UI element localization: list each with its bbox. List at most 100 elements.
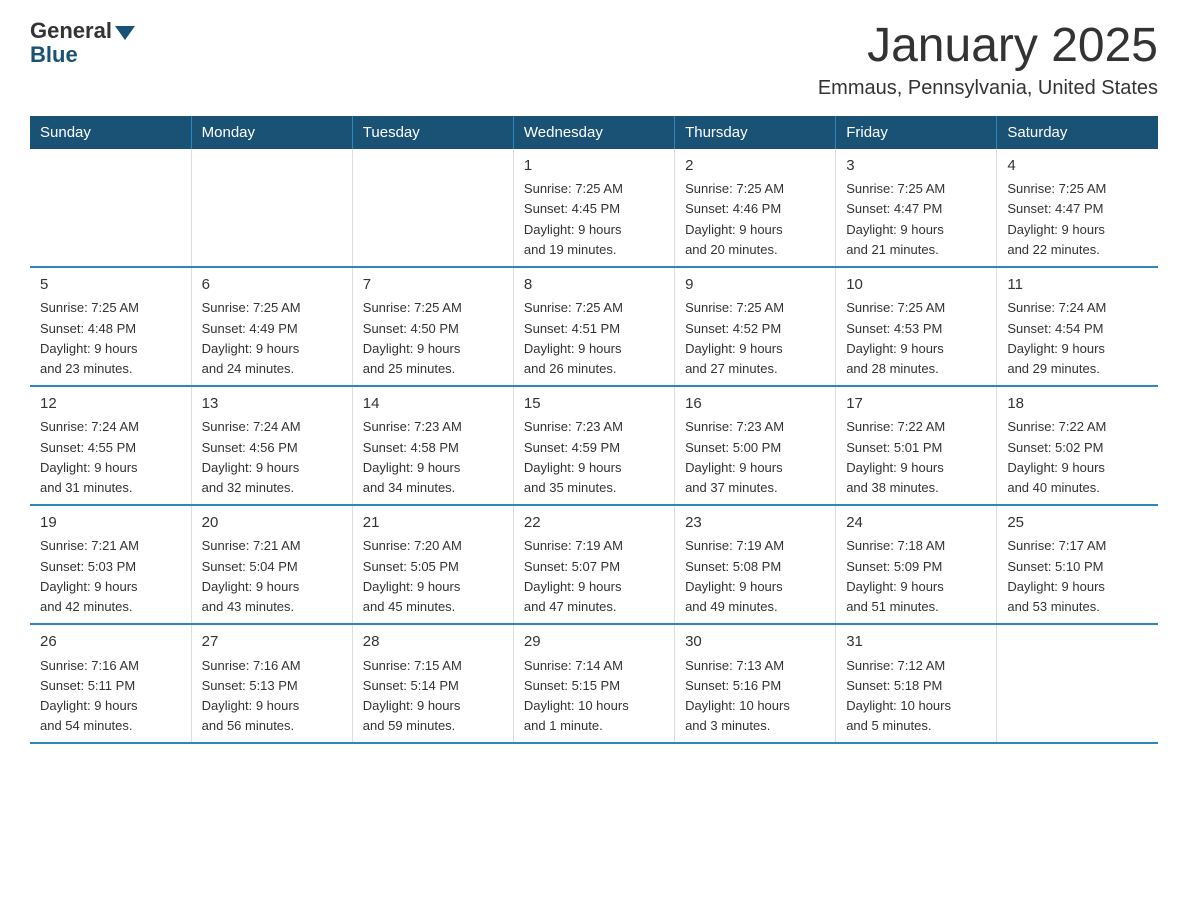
day-info: Sunrise: 7:25 AM Sunset: 4:50 PM Dayligh… (363, 298, 503, 379)
calendar-cell: 25Sunrise: 7:17 AM Sunset: 5:10 PM Dayli… (997, 505, 1158, 624)
calendar-cell: 31Sunrise: 7:12 AM Sunset: 5:18 PM Dayli… (836, 624, 997, 743)
day-info: Sunrise: 7:24 AM Sunset: 4:56 PM Dayligh… (202, 417, 342, 498)
calendar-body: 1Sunrise: 7:25 AM Sunset: 4:45 PM Daylig… (30, 149, 1158, 743)
calendar-cell: 3Sunrise: 7:25 AM Sunset: 4:47 PM Daylig… (836, 149, 997, 267)
day-info: Sunrise: 7:16 AM Sunset: 5:11 PM Dayligh… (40, 656, 181, 737)
day-number: 28 (363, 631, 503, 654)
day-info: Sunrise: 7:25 AM Sunset: 4:48 PM Dayligh… (40, 298, 181, 379)
day-info: Sunrise: 7:13 AM Sunset: 5:16 PM Dayligh… (685, 656, 825, 737)
day-number: 3 (846, 155, 986, 178)
calendar-header: SundayMondayTuesdayWednesdayThursdayFrid… (30, 116, 1158, 149)
weekday-header-monday: Monday (191, 116, 352, 149)
calendar-cell: 5Sunrise: 7:25 AM Sunset: 4:48 PM Daylig… (30, 267, 191, 386)
day-number: 18 (1007, 393, 1148, 416)
day-number: 24 (846, 512, 986, 535)
weekday-header-tuesday: Tuesday (352, 116, 513, 149)
day-info: Sunrise: 7:16 AM Sunset: 5:13 PM Dayligh… (202, 656, 342, 737)
week-row-1: 1Sunrise: 7:25 AM Sunset: 4:45 PM Daylig… (30, 149, 1158, 267)
calendar-cell (30, 149, 191, 267)
calendar-cell: 18Sunrise: 7:22 AM Sunset: 5:02 PM Dayli… (997, 386, 1158, 505)
day-number: 25 (1007, 512, 1148, 535)
calendar-cell: 14Sunrise: 7:23 AM Sunset: 4:58 PM Dayli… (352, 386, 513, 505)
logo: General Blue (30, 20, 135, 68)
calendar-cell: 12Sunrise: 7:24 AM Sunset: 4:55 PM Dayli… (30, 386, 191, 505)
day-info: Sunrise: 7:25 AM Sunset: 4:53 PM Dayligh… (846, 298, 986, 379)
day-info: Sunrise: 7:25 AM Sunset: 4:47 PM Dayligh… (1007, 179, 1148, 260)
day-number: 14 (363, 393, 503, 416)
week-row-5: 26Sunrise: 7:16 AM Sunset: 5:11 PM Dayli… (30, 624, 1158, 743)
day-number: 26 (40, 631, 181, 654)
header: General Blue January 2025 Emmaus, Pennsy… (30, 20, 1158, 100)
day-number: 20 (202, 512, 342, 535)
weekday-header-wednesday: Wednesday (513, 116, 674, 149)
weekday-header-sunday: Sunday (30, 116, 191, 149)
day-info: Sunrise: 7:19 AM Sunset: 5:07 PM Dayligh… (524, 536, 664, 617)
calendar-cell: 20Sunrise: 7:21 AM Sunset: 5:04 PM Dayli… (191, 505, 352, 624)
calendar-cell (997, 624, 1158, 743)
day-number: 31 (846, 631, 986, 654)
calendar-cell: 27Sunrise: 7:16 AM Sunset: 5:13 PM Dayli… (191, 624, 352, 743)
day-number: 1 (524, 155, 664, 178)
calendar-cell: 30Sunrise: 7:13 AM Sunset: 5:16 PM Dayli… (675, 624, 836, 743)
day-number: 27 (202, 631, 342, 654)
calendar-cell: 24Sunrise: 7:18 AM Sunset: 5:09 PM Dayli… (836, 505, 997, 624)
day-info: Sunrise: 7:21 AM Sunset: 5:04 PM Dayligh… (202, 536, 342, 617)
title-area: January 2025 Emmaus, Pennsylvania, Unite… (818, 20, 1158, 100)
day-number: 16 (685, 393, 825, 416)
calendar-cell: 9Sunrise: 7:25 AM Sunset: 4:52 PM Daylig… (675, 267, 836, 386)
day-info: Sunrise: 7:23 AM Sunset: 4:59 PM Dayligh… (524, 417, 664, 498)
weekday-header-thursday: Thursday (675, 116, 836, 149)
day-info: Sunrise: 7:22 AM Sunset: 5:02 PM Dayligh… (1007, 417, 1148, 498)
calendar-cell: 4Sunrise: 7:25 AM Sunset: 4:47 PM Daylig… (997, 149, 1158, 267)
day-number: 29 (524, 631, 664, 654)
page-subtitle: Emmaus, Pennsylvania, United States (818, 77, 1158, 100)
calendar-cell: 15Sunrise: 7:23 AM Sunset: 4:59 PM Dayli… (513, 386, 674, 505)
calendar-cell: 17Sunrise: 7:22 AM Sunset: 5:01 PM Dayli… (836, 386, 997, 505)
calendar-cell (191, 149, 352, 267)
weekday-header-friday: Friday (836, 116, 997, 149)
day-number: 6 (202, 274, 342, 297)
day-number: 8 (524, 274, 664, 297)
day-info: Sunrise: 7:25 AM Sunset: 4:45 PM Dayligh… (524, 179, 664, 260)
day-number: 21 (363, 512, 503, 535)
day-number: 12 (40, 393, 181, 416)
calendar-cell: 16Sunrise: 7:23 AM Sunset: 5:00 PM Dayli… (675, 386, 836, 505)
day-info: Sunrise: 7:25 AM Sunset: 4:51 PM Dayligh… (524, 298, 664, 379)
week-row-3: 12Sunrise: 7:24 AM Sunset: 4:55 PM Dayli… (30, 386, 1158, 505)
calendar-cell (352, 149, 513, 267)
weekday-header-row: SundayMondayTuesdayWednesdayThursdayFrid… (30, 116, 1158, 149)
calendar-cell: 26Sunrise: 7:16 AM Sunset: 5:11 PM Dayli… (30, 624, 191, 743)
day-number: 23 (685, 512, 825, 535)
day-info: Sunrise: 7:24 AM Sunset: 4:55 PM Dayligh… (40, 417, 181, 498)
day-number: 22 (524, 512, 664, 535)
day-info: Sunrise: 7:20 AM Sunset: 5:05 PM Dayligh… (363, 536, 503, 617)
calendar-cell: 19Sunrise: 7:21 AM Sunset: 5:03 PM Dayli… (30, 505, 191, 624)
weekday-header-saturday: Saturday (997, 116, 1158, 149)
calendar-cell: 22Sunrise: 7:19 AM Sunset: 5:07 PM Dayli… (513, 505, 674, 624)
day-info: Sunrise: 7:25 AM Sunset: 4:49 PM Dayligh… (202, 298, 342, 379)
day-info: Sunrise: 7:25 AM Sunset: 4:52 PM Dayligh… (685, 298, 825, 379)
day-number: 15 (524, 393, 664, 416)
day-info: Sunrise: 7:24 AM Sunset: 4:54 PM Dayligh… (1007, 298, 1148, 379)
calendar-cell: 28Sunrise: 7:15 AM Sunset: 5:14 PM Dayli… (352, 624, 513, 743)
week-row-4: 19Sunrise: 7:21 AM Sunset: 5:03 PM Dayli… (30, 505, 1158, 624)
day-number: 11 (1007, 274, 1148, 297)
day-info: Sunrise: 7:12 AM Sunset: 5:18 PM Dayligh… (846, 656, 986, 737)
calendar-cell: 13Sunrise: 7:24 AM Sunset: 4:56 PM Dayli… (191, 386, 352, 505)
day-number: 5 (40, 274, 181, 297)
day-info: Sunrise: 7:17 AM Sunset: 5:10 PM Dayligh… (1007, 536, 1148, 617)
page-title: January 2025 (818, 20, 1158, 73)
calendar-cell: 10Sunrise: 7:25 AM Sunset: 4:53 PM Dayli… (836, 267, 997, 386)
day-info: Sunrise: 7:21 AM Sunset: 5:03 PM Dayligh… (40, 536, 181, 617)
calendar-cell: 2Sunrise: 7:25 AM Sunset: 4:46 PM Daylig… (675, 149, 836, 267)
day-number: 2 (685, 155, 825, 178)
calendar-cell: 8Sunrise: 7:25 AM Sunset: 4:51 PM Daylig… (513, 267, 674, 386)
day-info: Sunrise: 7:22 AM Sunset: 5:01 PM Dayligh… (846, 417, 986, 498)
day-info: Sunrise: 7:23 AM Sunset: 4:58 PM Dayligh… (363, 417, 503, 498)
day-info: Sunrise: 7:23 AM Sunset: 5:00 PM Dayligh… (685, 417, 825, 498)
day-number: 13 (202, 393, 342, 416)
day-number: 19 (40, 512, 181, 535)
day-number: 17 (846, 393, 986, 416)
calendar-cell: 23Sunrise: 7:19 AM Sunset: 5:08 PM Dayli… (675, 505, 836, 624)
day-number: 10 (846, 274, 986, 297)
